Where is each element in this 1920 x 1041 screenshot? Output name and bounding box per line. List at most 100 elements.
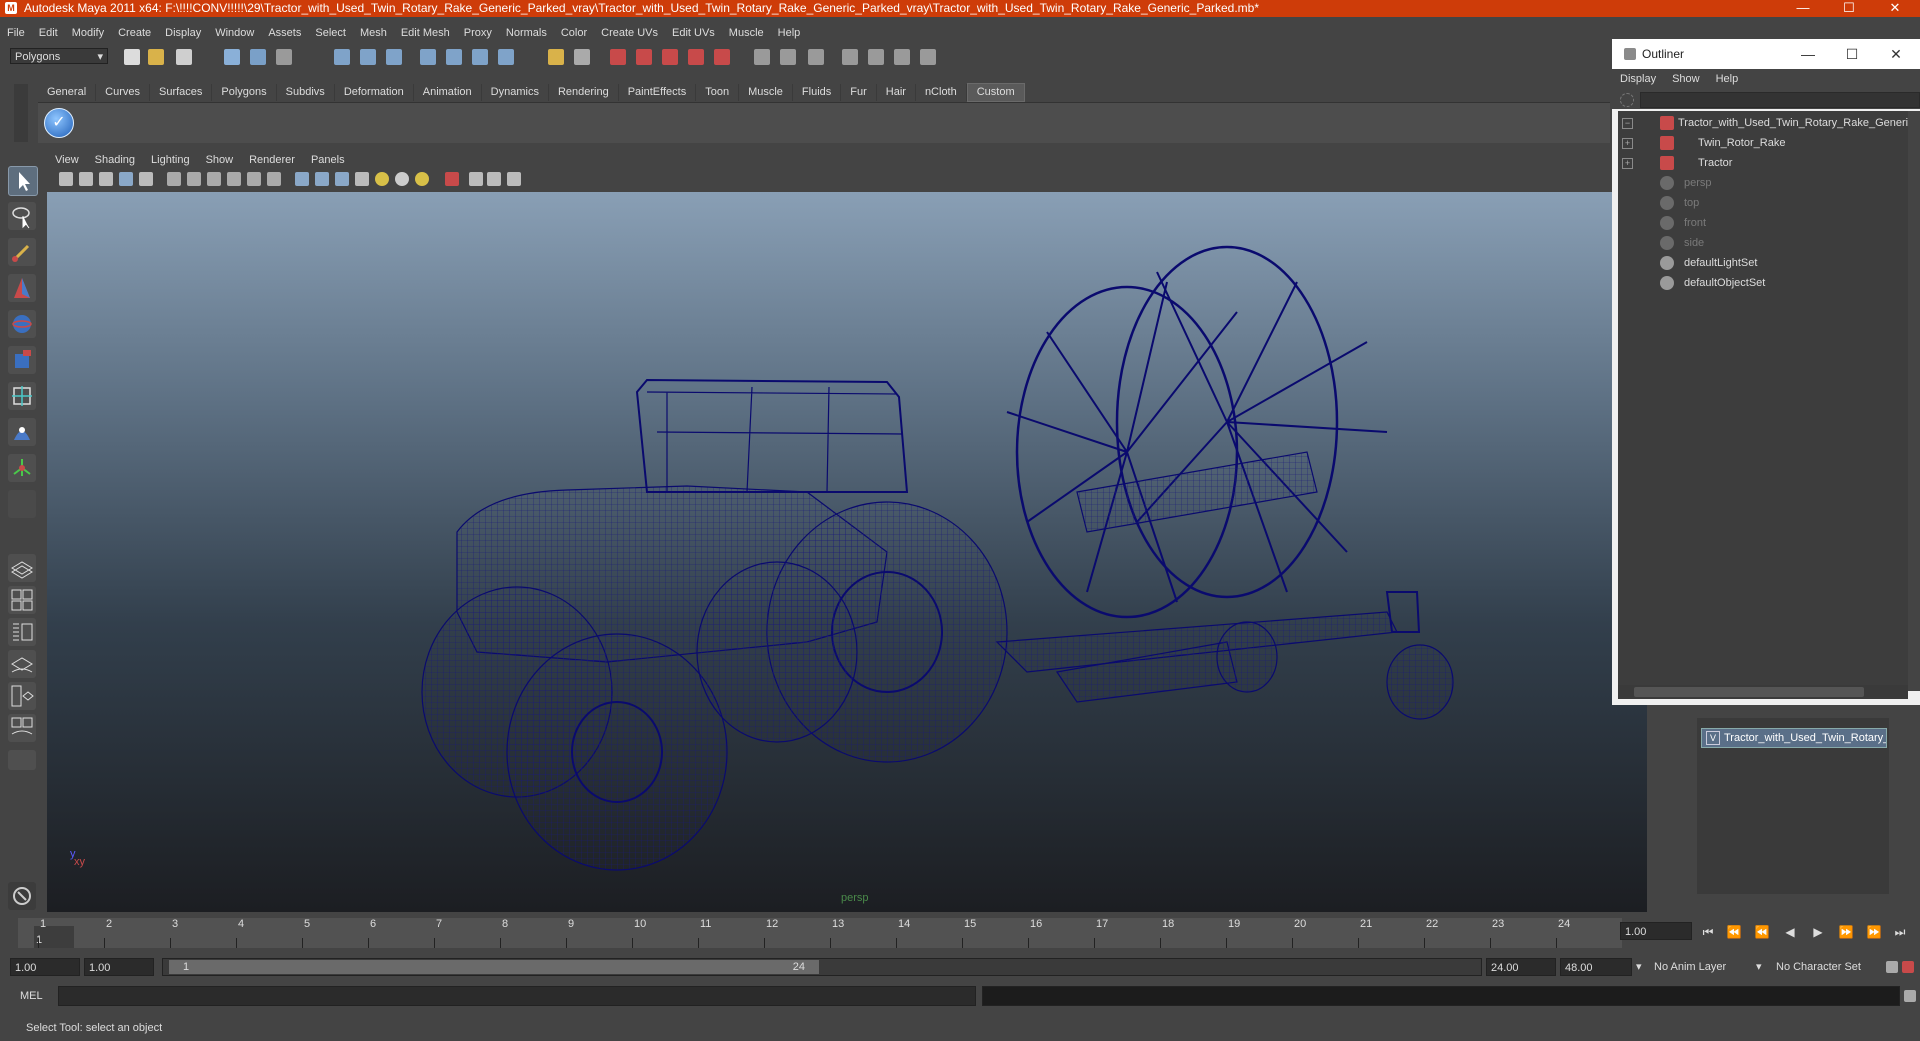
input-output-icon[interactable] xyxy=(574,49,590,65)
outliner-horizontal-scrollbar[interactable] xyxy=(1618,685,1908,699)
shelf-tab-rendering[interactable]: Rendering xyxy=(549,84,619,101)
menu-edit-uvs[interactable]: Edit UVs xyxy=(665,24,722,42)
checkmark-icon[interactable]: ✓ xyxy=(44,108,74,138)
select-camera-icon[interactable] xyxy=(59,172,73,186)
collapse-icon[interactable]: − xyxy=(1622,118,1633,129)
snap-grid-icon[interactable] xyxy=(334,49,350,65)
shelf-tab-polygons[interactable]: Polygons xyxy=(212,84,277,101)
shelf-tab-toon[interactable]: Toon xyxy=(696,84,740,101)
current-frame-field[interactable]: 1.00 xyxy=(1620,922,1692,940)
step-back-frame-icon[interactable]: ⏪ xyxy=(1724,924,1744,940)
universal-manipulator-icon[interactable] xyxy=(8,382,36,410)
render-view-icon[interactable] xyxy=(714,49,730,65)
save-scene-icon[interactable] xyxy=(176,49,192,65)
layout-4-icon[interactable] xyxy=(920,49,936,65)
menu-select[interactable]: Select xyxy=(308,24,353,42)
select-hierarchy-icon[interactable] xyxy=(224,49,240,65)
selected-lights-icon[interactable] xyxy=(415,172,429,186)
outliner-item-persp[interactable]: persp xyxy=(1618,173,1908,193)
attribute-editor-toggle-icon[interactable] xyxy=(780,49,796,65)
menu-modify[interactable]: Modify xyxy=(65,24,111,42)
show-manipulator-icon[interactable] xyxy=(8,454,36,482)
shelf-tab-fur[interactable]: Fur xyxy=(841,84,877,101)
smooth-shade-icon[interactable] xyxy=(187,172,201,186)
outliner-item-front[interactable]: front xyxy=(1618,213,1908,233)
more-layouts-icon[interactable] xyxy=(8,750,36,770)
minimize-button[interactable]: — xyxy=(1780,0,1826,17)
shelf-tab-fluids[interactable]: Fluids xyxy=(793,84,842,101)
menu-muscle[interactable]: Muscle xyxy=(722,24,771,42)
shelf-tab-deformation[interactable]: Deformation xyxy=(335,84,414,101)
outliner-item-default-object-set[interactable]: defaultObjectSet xyxy=(1618,273,1908,293)
rotate-tool-icon[interactable] xyxy=(8,310,36,338)
help-question-icon[interactable] xyxy=(498,49,514,65)
perspective-viewport[interactable]: y xy persp xyxy=(47,192,1647,912)
shelf-tab-painteffects[interactable]: PaintEffects xyxy=(619,84,697,101)
shelf-tab-general[interactable]: General xyxy=(38,84,97,101)
layer-visibility-toggle[interactable]: V xyxy=(1706,731,1720,745)
layout-2-icon[interactable] xyxy=(868,49,884,65)
menu-edit-mesh[interactable]: Edit Mesh xyxy=(394,24,457,42)
auto-key-icon[interactable] xyxy=(1902,961,1914,973)
go-to-end-icon[interactable]: ⏭ xyxy=(1890,924,1910,940)
ipr-render-icon[interactable] xyxy=(636,49,652,65)
select-object-icon[interactable] xyxy=(250,49,266,65)
wireframe-icon[interactable] xyxy=(167,172,181,186)
graph-editor-layout-icon[interactable] xyxy=(8,650,36,678)
panel-menu-renderer[interactable]: Renderer xyxy=(241,151,303,169)
history-icon[interactable] xyxy=(472,49,488,65)
single-perspective-layout-icon[interactable] xyxy=(8,554,36,582)
outliner-search-input[interactable] xyxy=(1640,92,1920,108)
shelf-tab-surfaces[interactable]: Surfaces xyxy=(150,84,213,101)
menu-display[interactable]: Display xyxy=(158,24,208,42)
key-icon[interactable] xyxy=(1886,961,1898,973)
outliner-menu-show[interactable]: Show xyxy=(1664,69,1708,89)
persp-graph-layout-icon[interactable] xyxy=(8,714,36,742)
playback-start-field[interactable]: 1.00 xyxy=(84,958,154,976)
play-forwards-icon[interactable]: ▶ xyxy=(1808,924,1828,940)
menu-normals[interactable]: Normals xyxy=(499,24,554,42)
menu-window[interactable]: Window xyxy=(208,24,261,42)
outliner-menu-help[interactable]: Help xyxy=(1708,69,1747,89)
panel-menu-view[interactable]: View xyxy=(47,151,87,169)
outliner-item-side[interactable]: side xyxy=(1618,233,1908,253)
step-back-key-icon[interactable]: ⏪ xyxy=(1752,924,1772,940)
shelf-tab-animation[interactable]: Animation xyxy=(414,84,482,101)
step-forward-key-icon[interactable]: ⏩ xyxy=(1836,924,1856,940)
render-settings-icon[interactable] xyxy=(662,49,678,65)
isolate-select-icon[interactable] xyxy=(295,172,309,186)
outliner-item-top[interactable]: top xyxy=(1618,193,1908,213)
end-time-field[interactable]: 48.00 xyxy=(1560,958,1632,976)
select-tool-icon[interactable] xyxy=(8,166,38,196)
menu-create[interactable]: Create xyxy=(111,24,158,42)
layout-3-icon[interactable] xyxy=(894,49,910,65)
shelf-tab-dynamics[interactable]: Dynamics xyxy=(482,84,549,101)
make-live-icon[interactable] xyxy=(446,49,462,65)
lights-icon[interactable] xyxy=(267,172,281,186)
lock-icon[interactable] xyxy=(548,49,564,65)
anim-layer-selector[interactable]: No Anim Layer xyxy=(1650,958,1754,976)
lasso-tool-icon[interactable] xyxy=(8,202,36,230)
outliner-close-button[interactable]: ✕ xyxy=(1874,39,1918,69)
menu-help[interactable]: Help xyxy=(771,24,808,42)
textured-icon[interactable] xyxy=(247,172,261,186)
hypershade-layout-icon[interactable] xyxy=(8,682,36,710)
shelf-tab-hair[interactable]: Hair xyxy=(877,84,916,101)
soft-modification-icon[interactable] xyxy=(8,418,36,446)
image-plane-icon[interactable] xyxy=(119,172,133,186)
render-frame-icon[interactable] xyxy=(610,49,626,65)
channel-box-toggle-icon[interactable] xyxy=(754,49,770,65)
layout-icon[interactable] xyxy=(842,49,858,65)
use-all-lights-icon[interactable] xyxy=(375,172,389,186)
shadows-icon[interactable] xyxy=(355,172,369,186)
four-view-layout-icon[interactable] xyxy=(8,586,36,614)
menu-proxy[interactable]: Proxy xyxy=(457,24,499,42)
safe-action-icon[interactable] xyxy=(507,172,521,186)
shelf-tab-muscle[interactable]: Muscle xyxy=(739,84,793,101)
outliner-layout-icon[interactable] xyxy=(8,618,36,646)
tool-settings-toggle-icon[interactable] xyxy=(808,49,824,65)
maximize-button[interactable]: ☐ xyxy=(1826,0,1872,17)
xray-joints-icon[interactable] xyxy=(445,172,459,186)
bookmark-icon[interactable] xyxy=(99,172,113,186)
filter-icon[interactable] xyxy=(1620,93,1634,107)
